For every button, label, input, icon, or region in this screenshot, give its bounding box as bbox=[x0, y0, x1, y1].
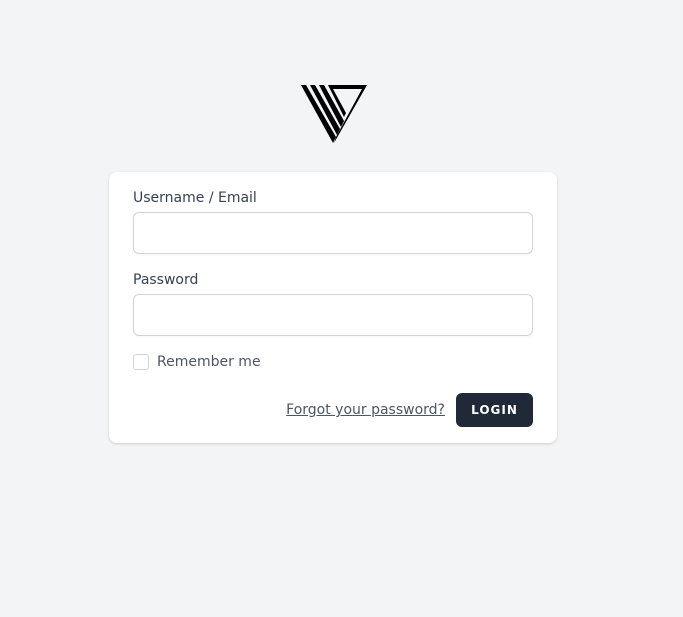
remember-me-checkbox[interactable] bbox=[133, 354, 149, 370]
remember-me-label: Remember me bbox=[157, 354, 261, 370]
username-label: Username / Email bbox=[133, 190, 257, 206]
password-label: Password bbox=[133, 272, 199, 288]
login-button[interactable]: LOGIN bbox=[456, 393, 533, 427]
forgot-password-link[interactable]: Forgot your password? bbox=[286, 401, 445, 419]
login-card: Username / Email Password Remember me Fo… bbox=[109, 172, 557, 443]
remember-me-row[interactable]: Remember me bbox=[133, 354, 261, 370]
username-input[interactable] bbox=[133, 212, 533, 254]
logo-icon bbox=[300, 84, 368, 144]
password-input[interactable] bbox=[133, 294, 533, 336]
